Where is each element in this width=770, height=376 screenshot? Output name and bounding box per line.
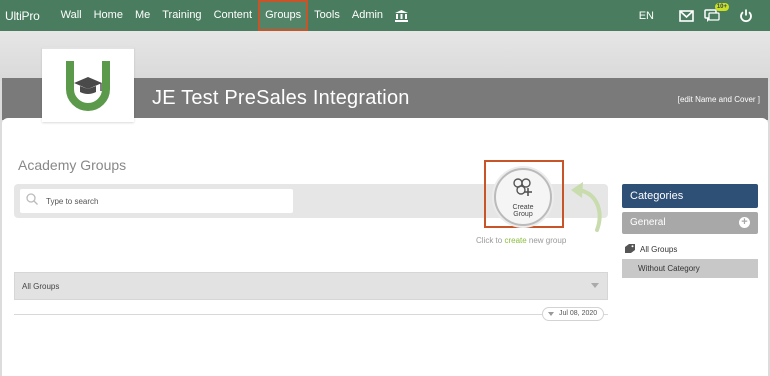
- category-without[interactable]: Without Category: [622, 259, 758, 278]
- timeline-date-toggle[interactable]: Jul 08, 2020: [542, 307, 605, 321]
- search-icon: [26, 192, 38, 210]
- nav-menu: Wall Home Me Training Content Groups Too…: [55, 0, 409, 31]
- nav-item-training[interactable]: Training: [156, 0, 207, 31]
- chat-icon[interactable]: 10+: [702, 2, 729, 26]
- chevron-down-icon: [591, 283, 599, 288]
- nav-item-me[interactable]: Me: [129, 0, 156, 31]
- chevron-down-icon: [548, 312, 554, 316]
- category-all-groups-label: All Groups: [640, 244, 678, 254]
- filter-selected-value: All Groups: [22, 281, 60, 291]
- group-filter-select[interactable]: All Groups: [14, 272, 608, 300]
- nav-item-tools[interactable]: Tools: [308, 0, 346, 31]
- categories-header: Categories: [622, 184, 758, 208]
- search-placeholder: Type to search: [46, 196, 99, 206]
- nav-item-groups[interactable]: Groups: [258, 0, 309, 31]
- group-logo: [42, 47, 134, 122]
- nav-item-wall[interactable]: Wall: [55, 0, 88, 31]
- chat-badge: 10+: [714, 2, 729, 11]
- section-title: Academy Groups: [18, 157, 127, 173]
- nav-utilities: EN 10+: [639, 0, 756, 31]
- app-logo[interactable]: UltiPro: [5, 9, 40, 23]
- category-all-groups[interactable]: All Groups: [622, 242, 677, 256]
- create-group-label-line1: Create: [512, 203, 534, 211]
- nav-item-admin[interactable]: Admin: [346, 0, 387, 31]
- tag-icon: [625, 243, 635, 255]
- nav-item-home[interactable]: Home: [88, 0, 129, 31]
- academy-logo-icon: [66, 60, 110, 111]
- timeline-divider: [14, 314, 608, 315]
- create-hint: Click to create new group: [476, 236, 566, 245]
- power-icon[interactable]: [736, 6, 756, 26]
- mail-icon[interactable]: [676, 6, 696, 26]
- bank-icon[interactable]: [395, 0, 409, 31]
- top-navigation: UltiPro Wall Home Me Training Content Gr…: [0, 0, 770, 31]
- search-input[interactable]: Type to search: [20, 189, 293, 213]
- create-group-link[interactable]: create: [504, 236, 526, 245]
- plus-circle-icon[interactable]: +: [739, 217, 750, 228]
- curved-arrow-icon: [571, 182, 602, 232]
- category-general[interactable]: General +: [622, 212, 758, 234]
- nav-item-content[interactable]: Content: [208, 0, 259, 31]
- timeline-date: Jul 08, 2020: [559, 310, 598, 317]
- hint-suffix: new group: [526, 236, 567, 245]
- language-selector[interactable]: EN: [639, 10, 654, 22]
- hint-prefix: Click to: [476, 236, 505, 245]
- create-group-button[interactable]: Create Group: [494, 168, 552, 226]
- create-group-label-line2: Group: [513, 210, 533, 218]
- category-general-label: General: [630, 217, 666, 228]
- edit-name-cover-link[interactable]: [edit Name and Cover ]: [678, 95, 760, 104]
- create-group-icon: [512, 177, 534, 202]
- group-title: JE Test PreSales Integration: [152, 87, 410, 109]
